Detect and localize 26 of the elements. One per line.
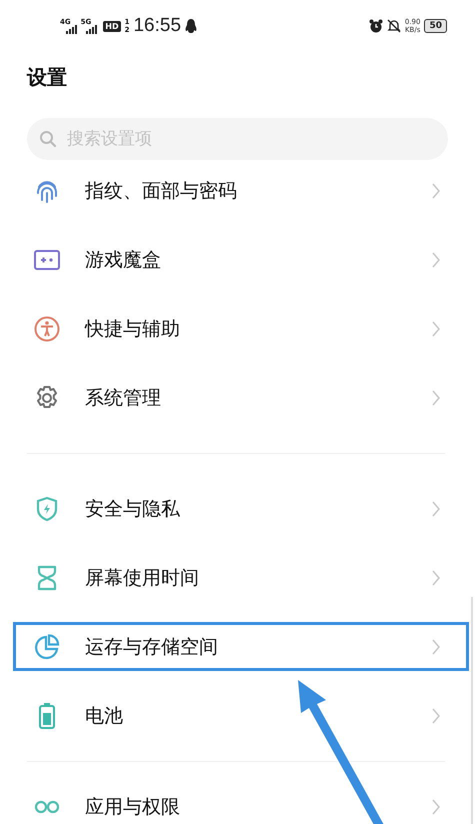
signal-icon (66, 24, 77, 34)
chevron-icon (432, 570, 440, 586)
chevron-icon (432, 500, 440, 516)
settings-item[interactable]: 应用与权限 (13, 772, 469, 824)
chevron-icon (432, 798, 440, 814)
chevron-icon (432, 182, 440, 198)
clock-time: 16:55 (133, 15, 182, 37)
signal-icon (86, 24, 98, 34)
settings-item[interactable]: 游戏魔盒 (13, 225, 469, 294)
chevron-icon (432, 390, 440, 406)
settings-item[interactable]: 电池 (13, 681, 469, 750)
settings-item[interactable]: 屏幕使用时间 (13, 543, 469, 612)
penguin-icon (185, 18, 198, 34)
chevron-icon (432, 708, 440, 724)
hd-badge: HD (103, 20, 121, 32)
page-title: 设置 (26, 64, 68, 91)
chevron-icon (432, 320, 440, 336)
battery-level: 50 (429, 21, 442, 31)
settings-item[interactable]: 系统管理 (13, 363, 469, 432)
alarm-icon (368, 19, 383, 33)
settings-item[interactable]: 安全与隐私 (13, 474, 469, 543)
bell-off-icon (386, 19, 401, 33)
chevron-icon (432, 252, 440, 268)
chevron-icon (432, 638, 440, 654)
settings-item[interactable]: 快捷与辅助 (13, 294, 469, 363)
settings-item[interactable]: 运存与存储空间 (13, 622, 469, 671)
